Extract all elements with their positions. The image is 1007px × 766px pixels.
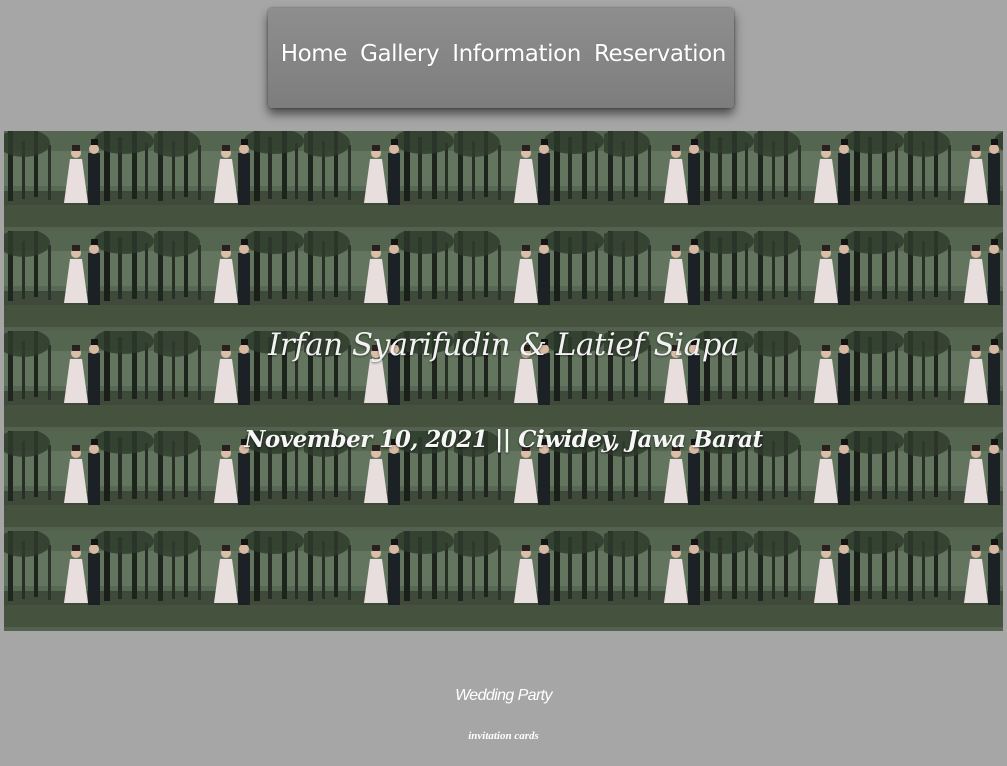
hero-background-image [4,131,1003,631]
navigation-bar: Home Gallery Information Reservation [268,8,734,108]
nav-item-home[interactable]: Home [281,41,348,67]
nav-menu: Home Gallery Information Reservation [281,41,727,67]
section-title: Wedding Party [455,687,552,704]
nav-item-reservation[interactable]: Reservation [594,41,726,67]
hero-banner: Irfan Syarifudin & Latief Siapa November… [4,131,1003,631]
couple-names-heading: Irfan Syarifudin & Latief Siapa [268,327,739,363]
nav-item-information[interactable]: Information [452,41,581,67]
nav-item-gallery[interactable]: Gallery [360,41,440,67]
event-date-location: November 10, 2021 || Ciwidey, Jawa Barat [244,426,763,453]
section-subtitle: invitation cards [468,730,539,742]
